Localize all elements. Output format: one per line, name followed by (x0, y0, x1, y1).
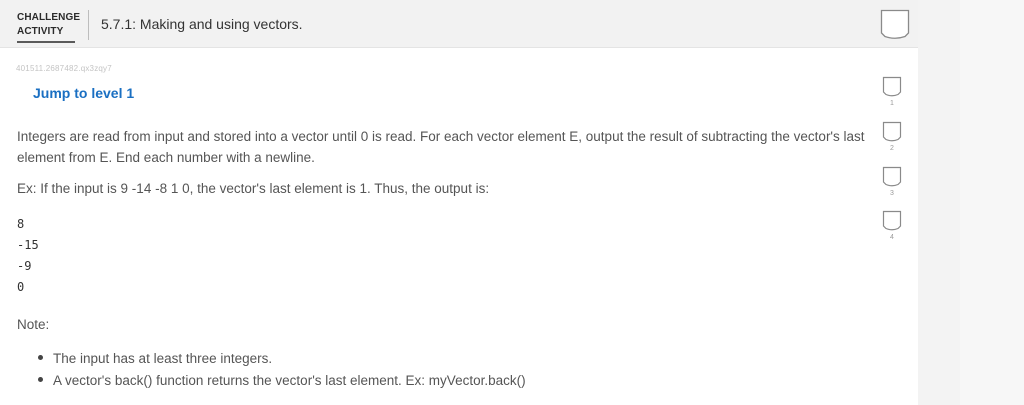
instructions-paragraph: Integers are read from input and stored … (17, 129, 865, 165)
level-checkbox-icon (882, 76, 902, 97)
bullet-dot-icon (38, 376, 43, 382)
example-output-line: 8 (17, 217, 25, 231)
note-bullet-item: A vector's back() function returns the v… (38, 373, 526, 388)
level-checkbox-icon (882, 210, 902, 231)
level-number: 4 (890, 234, 894, 241)
level-3-button[interactable]: 3 (880, 166, 904, 200)
level-number: 3 (890, 190, 894, 197)
note-bullet-text: A vector's back() function returns the v… (53, 373, 526, 388)
note-bullet-text: The input has at least three integers. (53, 351, 273, 366)
example-output-line: -9 (17, 259, 32, 273)
note-label: Note: (17, 317, 50, 332)
challenge-activity-card: CHALLENGE ACTIVITY 5.7.1: Making and usi… (0, 0, 918, 405)
activity-title: 5.7.1: Making and using vectors. (101, 16, 303, 32)
activity-type-label: CHALLENGE ACTIVITY (17, 11, 85, 43)
bullet-dot-icon (38, 354, 43, 360)
level-checkbox-icon (882, 166, 902, 187)
level-number: 2 (890, 145, 894, 152)
example-paragraph: Ex: If the input is 9 -14 -8 1 0, the ve… (17, 181, 490, 196)
completion-checkbox-icon (880, 9, 910, 41)
activity-id: 401511.2687482.qx3zqy7 (16, 64, 112, 73)
example-output-line: 0 (17, 280, 25, 294)
level-2-button[interactable]: 2 (880, 121, 904, 155)
example-output-line: -15 (17, 238, 39, 252)
right-side-panel (960, 0, 1024, 405)
level-number: 1 (890, 100, 894, 107)
activity-type-line1: CHALLENGE (17, 12, 81, 23)
header-divider (88, 10, 89, 40)
activity-type-line2: ACTIVITY (17, 26, 64, 37)
note-bullet-item: The input has at least three integers. (38, 351, 272, 366)
jump-to-level-link[interactable]: Jump to level 1 (33, 85, 134, 101)
level-checkbox-icon (882, 121, 902, 142)
level-1-button[interactable]: 1 (880, 76, 904, 110)
right-gutter (918, 0, 960, 405)
activity-type-underline (17, 41, 75, 43)
level-4-button[interactable]: 4 (880, 210, 904, 244)
activity-header: CHALLENGE ACTIVITY 5.7.1: Making and usi… (0, 0, 918, 48)
